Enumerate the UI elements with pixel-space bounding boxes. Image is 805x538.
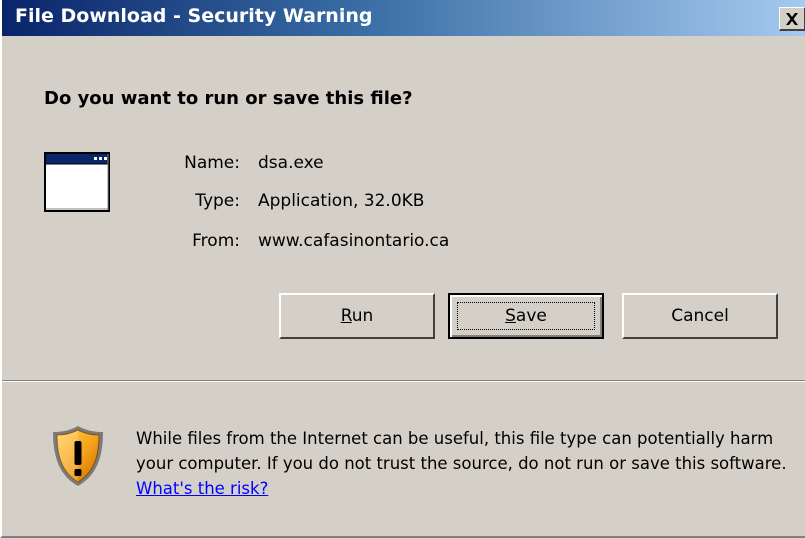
- cancel-button-label: Cancel: [671, 306, 729, 326]
- cancel-button[interactable]: Cancel: [622, 293, 778, 339]
- close-icon: [786, 12, 798, 25]
- divider: [2, 380, 805, 382]
- run-button-label: Run: [340, 306, 374, 326]
- file-name-label: Name:: [184, 153, 240, 173]
- whats-the-risk-link[interactable]: What's the risk?: [136, 479, 268, 498]
- title-bar[interactable]: File Download - Security Warning: [2, 0, 805, 36]
- file-type-label: Type:: [195, 191, 240, 211]
- file-source-label: From:: [192, 231, 240, 251]
- security-warning-dialog: File Download - Security Warning Do you …: [0, 0, 805, 538]
- file-name-value: dsa.exe: [258, 153, 324, 173]
- run-button[interactable]: Run: [279, 293, 435, 339]
- file-name-row: Name: dsa.exe: [2, 151, 805, 175]
- window-title: File Download - Security Warning: [15, 5, 373, 27]
- file-source-row: From: www.cafasinontario.ca: [2, 229, 805, 253]
- warning-message: While files from the Internet can be use…: [136, 426, 796, 501]
- file-source-value: www.cafasinontario.ca: [258, 231, 450, 251]
- close-button[interactable]: [779, 7, 805, 31]
- file-type-value: Application, 32.0KB: [258, 191, 425, 211]
- save-button[interactable]: Save: [448, 293, 604, 339]
- security-shield-icon: [53, 426, 103, 486]
- file-type-row: Type: Application, 32.0KB: [2, 189, 805, 213]
- dialog-question: Do you want to run or save this file?: [44, 88, 413, 109]
- save-button-label: Save: [505, 306, 547, 326]
- warning-text: While files from the Internet can be use…: [136, 429, 787, 473]
